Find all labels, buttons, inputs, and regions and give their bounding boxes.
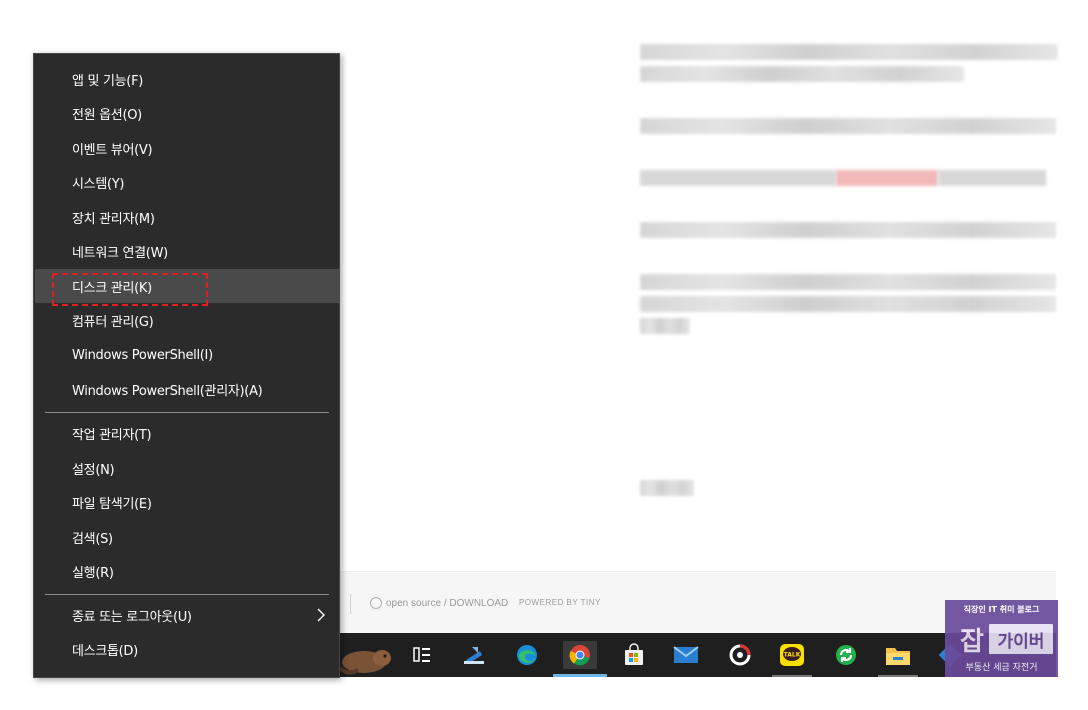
menu-item-label: 이벤트 뷰어(V) — [72, 142, 153, 158]
menu-item-label: 종료 또는 로그아웃(U) — [72, 609, 192, 625]
task-view-icon[interactable] — [408, 641, 436, 669]
menu-item-shutdown-signout[interactable]: 종료 또는 로그아웃(U) — [35, 598, 340, 632]
footer-divider — [350, 594, 351, 614]
chrome-icon[interactable] — [553, 641, 607, 677]
menu-item-power-options[interactable]: 전원 옵션(O) — [35, 96, 340, 130]
watermark-big-char: 잡 — [960, 626, 984, 657]
mail-icon[interactable] — [672, 641, 700, 669]
edge-icon[interactable] — [513, 641, 541, 669]
blurred-text-line — [640, 222, 1056, 238]
watermark-tagline: 직장인 IT 취미 블로그 — [963, 605, 1040, 614]
file-explorer-icon[interactable] — [878, 641, 918, 677]
blurred-text-line — [640, 480, 694, 496]
menu-item-system[interactable]: 시스템(Y) — [35, 165, 340, 199]
watermark-subtitle: 부동산 세금 자전거 — [965, 663, 1038, 673]
screen: open source / DOWNLOAD POWERED BY TINY T… — [0, 0, 1088, 710]
menu-item-file-explorer[interactable]: 파일 탐색기(E) — [35, 485, 340, 519]
menu-item-label: 전원 옵션(O) — [72, 107, 142, 123]
kakaotalk-icon[interactable]: TALK — [772, 641, 812, 677]
open-source-label: open source / DOWNLOAD — [386, 597, 509, 609]
sync-icon[interactable] — [832, 641, 860, 669]
menu-item-label: 실행(R) — [72, 565, 114, 581]
menu-item-run[interactable]: 실행(R) — [35, 554, 340, 588]
blurred-document — [640, 44, 1088, 502]
menu-item-label: 컴퓨터 관리(G) — [72, 314, 154, 330]
menu-item-label: 검색(S) — [72, 531, 113, 547]
menu-item-powershell-admin[interactable]: Windows PowerShell(관리자)(A) — [35, 372, 340, 406]
menu-item-label: Windows PowerShell(I) — [72, 347, 213, 363]
menu-item-device-manager[interactable]: 장치 관리자(M) — [35, 200, 340, 234]
store-icon[interactable] — [620, 641, 648, 669]
menu-item-label: 앱 및 기능(F) — [72, 73, 144, 89]
menu-item-label: 네트워크 연결(W) — [72, 245, 168, 261]
menu-item-computer-management[interactable]: 컴퓨터 관리(G) — [35, 303, 340, 337]
blog-watermark-logo: 직장인 IT 취미 블로그 잡 가이버 부동산 세금 자전거 — [945, 600, 1058, 677]
win-x-context-menu: 앱 및 기능(F) 전원 옵션(O) 이벤트 뷰어(V) 시스템(Y) 장치 관… — [33, 53, 340, 678]
kakaotalk-label: TALK — [784, 652, 801, 659]
menu-separator — [45, 594, 329, 595]
powered-by-label: POWERED BY TINY — [519, 598, 601, 607]
open-source-icon — [370, 597, 382, 609]
menu-item-label: 설정(N) — [72, 462, 115, 478]
menu-item-settings[interactable]: 설정(N) — [35, 451, 340, 485]
menu-item-label: 시스템(Y) — [72, 176, 125, 192]
menu-item-label: 데스크톱(D) — [72, 643, 138, 659]
blurred-text-line — [640, 318, 690, 334]
blurred-text-line — [640, 44, 1058, 60]
menu-item-network-connections[interactable]: 네트워크 연결(W) — [35, 234, 340, 268]
open-source-link[interactable]: open source / DOWNLOAD — [370, 597, 508, 609]
menu-item-label: Windows PowerShell(관리자)(A) — [72, 383, 263, 399]
blurred-text-line — [640, 296, 1056, 312]
menu-item-label: 장치 관리자(M) — [72, 211, 155, 227]
menu-item-desktop[interactable]: 데스크톱(D) — [35, 632, 340, 666]
screen-recorder-icon[interactable] — [726, 641, 754, 669]
menu-item-apps-features[interactable]: 앱 및 기능(F) — [35, 62, 340, 96]
blurred-text-line — [640, 66, 964, 82]
menu-item-task-manager[interactable]: 작업 관리자(T) — [35, 416, 340, 450]
blurred-text-line — [640, 274, 1056, 290]
remote-desktop-icon[interactable] — [460, 641, 488, 669]
watermark-name: 가이버 — [989, 624, 1053, 654]
chevron-right-icon — [317, 608, 325, 622]
menu-item-label: 작업 관리자(T) — [72, 427, 152, 443]
menu-item-event-viewer[interactable]: 이벤트 뷰어(V) — [35, 131, 340, 165]
menu-separator — [45, 412, 329, 413]
watermark-main: 잡 가이버 — [955, 619, 1053, 659]
menu-item-disk-management[interactable]: 디스크 관리(K) — [35, 269, 340, 303]
menu-item-search[interactable]: 검색(S) — [35, 520, 340, 554]
blurred-text-line — [640, 118, 1056, 134]
menu-item-label: 파일 탐색기(E) — [72, 496, 152, 512]
otter-image — [338, 650, 391, 675]
menu-item-label: 디스크 관리(K) — [72, 280, 152, 296]
menu-item-powershell[interactable]: Windows PowerShell(I) — [35, 338, 340, 372]
